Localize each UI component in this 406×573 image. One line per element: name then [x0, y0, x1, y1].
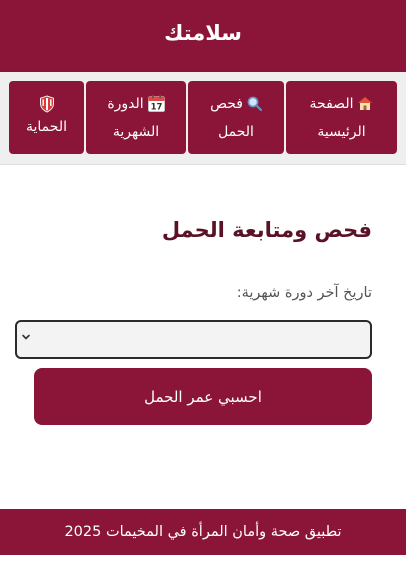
calendar-icon: 17: [147, 95, 165, 112]
app-title: سلامتك: [164, 21, 242, 45]
nav-item-pregnancy-check-line1: فحص: [210, 90, 262, 118]
calculate-pregnancy-age-button[interactable]: احسبي عمر الحمل: [34, 368, 372, 425]
nav-item-protection-label-1: الحماية: [26, 118, 67, 135]
nav-item-home-label-2: الرئيسية: [317, 123, 366, 140]
page-title: فحص ومتابعة الحمل: [161, 218, 372, 242]
nav-item-protection[interactable]: الحماية: [9, 81, 84, 154]
last-period-date-input[interactable]: [15, 320, 372, 359]
nav-item-menstrual-cycle-label-2: الشهرية: [112, 123, 160, 140]
nav-item-pregnancy-check-label-2: الحمل: [218, 123, 254, 140]
house-icon: [357, 96, 373, 111]
nav-item-pregnancy-check-line2: الحمل: [218, 118, 254, 146]
magnifier-icon: [247, 96, 262, 111]
nav-item-menstrual-cycle-label-1: الدورة: [107, 95, 144, 112]
nav-item-protection-line2: الحماية: [26, 113, 67, 141]
last-period-date-label: تاريخ آخر دورة شهرية:: [236, 285, 372, 301]
nav-item-menstrual-cycle-line1: 17 الدورة: [107, 90, 165, 118]
app-root: سلامتك الصفحة الرئيسية فحص الحمل 17 الدو…: [0, 0, 406, 573]
nav-item-protection-line1: [39, 94, 55, 113]
nav-item-home-line2: الرئيسية: [317, 118, 365, 146]
footer-text: تطبيق صحة وأمان المرأة في المخيمات 2025: [64, 524, 342, 540]
nav-item-home-line1: الصفحة: [310, 90, 374, 118]
nav-item-menstrual-cycle-line2: الشهرية: [113, 118, 159, 146]
shield-icon: [39, 94, 55, 113]
calendar-icon-number: 17: [150, 103, 162, 112]
nav-bar: الصفحة الرئيسية فحص الحمل 17 الدورة الشه…: [0, 72, 406, 165]
nav-item-home[interactable]: الصفحة الرئيسية: [286, 81, 397, 154]
app-header: سلامتك: [0, 0, 406, 72]
nav-item-pregnancy-check-label-1: فحص: [210, 95, 243, 112]
app-footer: تطبيق صحة وأمان المرأة في المخيمات 2025: [0, 509, 406, 555]
nav-item-pregnancy-check[interactable]: فحص الحمل: [188, 81, 284, 154]
nav-item-menstrual-cycle[interactable]: 17 الدورة الشهرية: [86, 81, 186, 154]
nav-item-home-label-1: الصفحة: [309, 95, 354, 112]
